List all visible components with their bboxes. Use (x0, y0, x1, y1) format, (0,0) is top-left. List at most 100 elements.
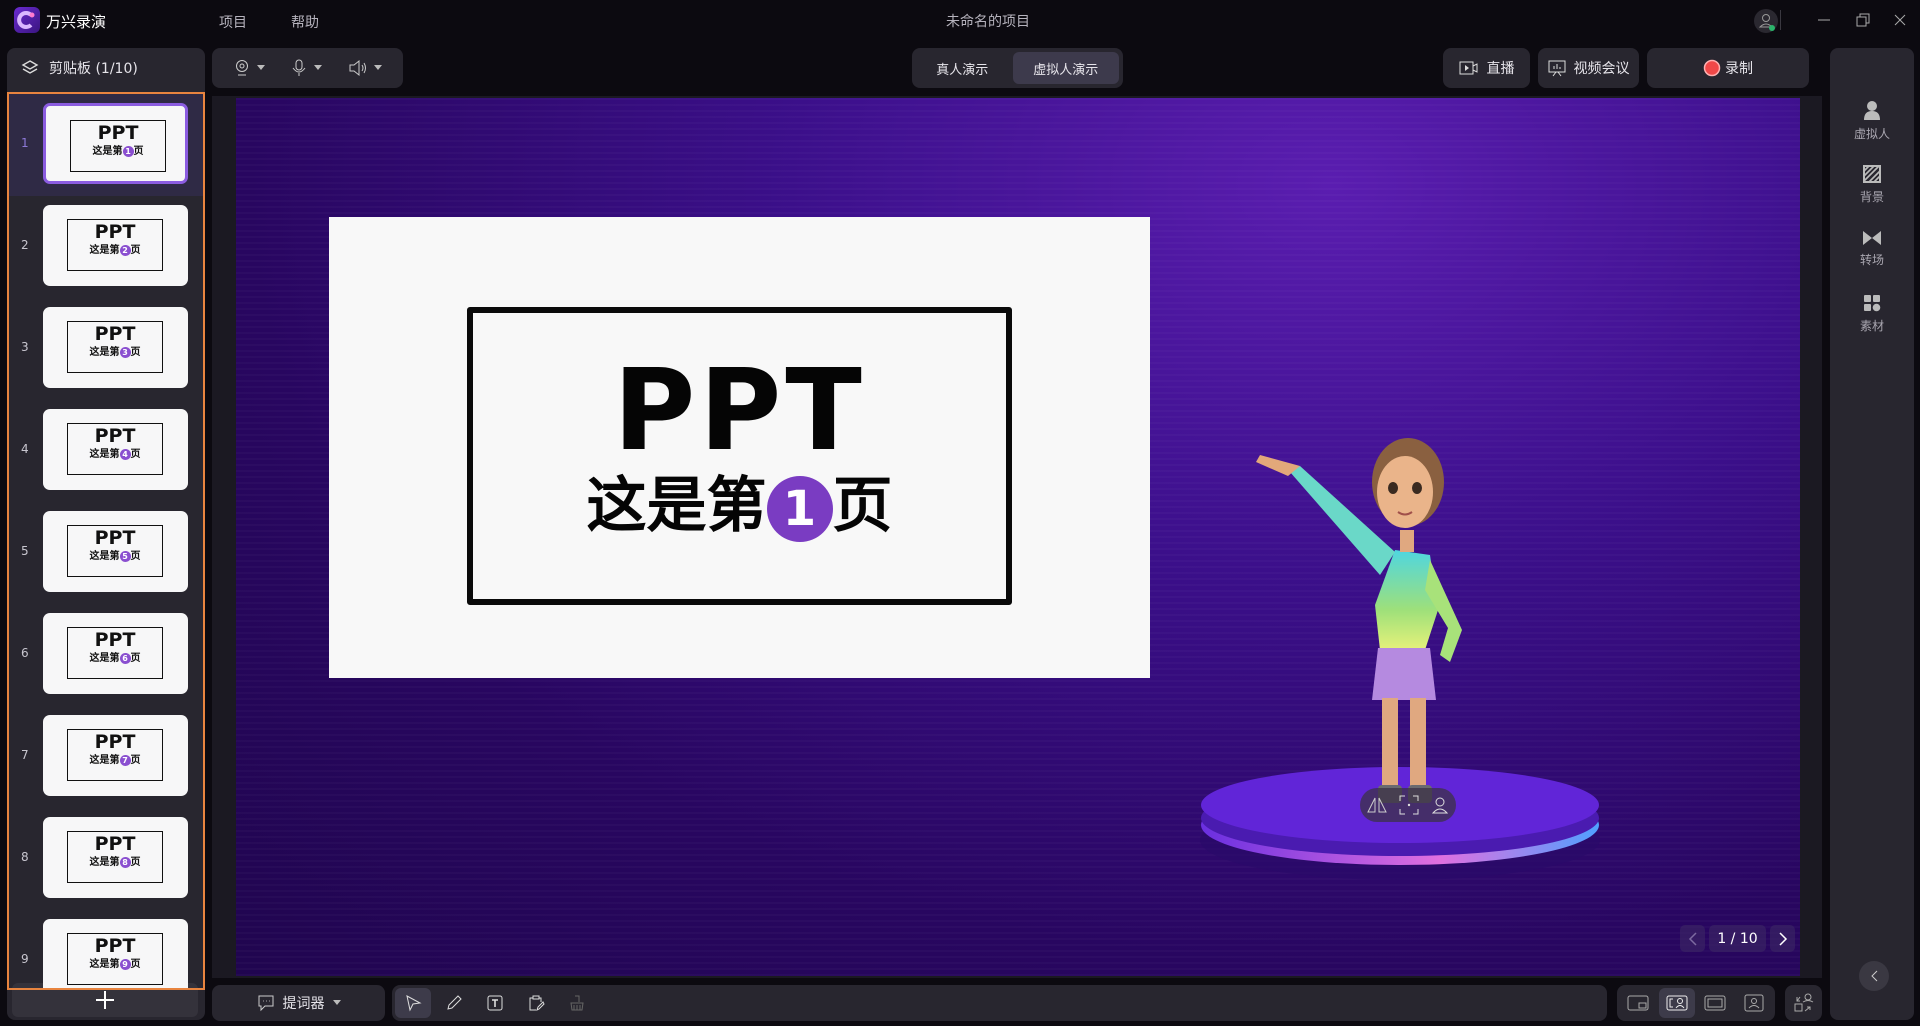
thumbnail-page-badge: 5 (119, 551, 131, 562)
live-button[interactable]: 直播 (1443, 48, 1530, 88)
record-label: 录制 (1725, 61, 1753, 77)
thumbnail-page-badge: 1 (122, 146, 134, 157)
live-stream-icon (1459, 61, 1477, 75)
camera-dropdown[interactable] (233, 59, 265, 77)
sidebar-item-background[interactable]: 背景 (1830, 165, 1914, 205)
thumbnail-title: PPT (94, 731, 136, 753)
record-button[interactable]: 录制 (1647, 48, 1809, 88)
slide-list-item[interactable]: 2 PPT 这是第 2 页 (9, 196, 203, 298)
clipboard-title: 剪贴板 (1/10) (49, 61, 138, 77)
pen-tool[interactable] (436, 988, 472, 1018)
thumbnail-subtitle-text: 这是第 (89, 959, 120, 970)
slide-thumbnail[interactable]: PPT 这是第 9 页 (43, 919, 188, 988)
layout-side-by-side[interactable] (1658, 988, 1695, 1018)
thumbnail-subtitle-end: 页 (133, 146, 144, 157)
page-indicator: 1 / 10 (1709, 925, 1766, 952)
annotate-tool[interactable] (518, 988, 554, 1018)
slide-number: 7 (21, 748, 29, 762)
thumbnail-subtitle-text: 这是第 (89, 551, 120, 562)
clear-tool[interactable] (559, 988, 595, 1018)
thumbnail-frame: PPT 这是第 1 页 (70, 120, 166, 172)
record-icon (1703, 59, 1721, 77)
slide-thumbnail[interactable]: PPT 这是第 1 页 (43, 103, 188, 184)
thumbnail-title: PPT (94, 629, 136, 651)
teleprompter-label: 提词器 (282, 996, 325, 1012)
video-meeting-label: 视频会议 (1573, 61, 1630, 77)
slide-title: PPT (613, 346, 866, 476)
slide-thumbnail[interactable]: PPT 这是第 8 页 (43, 817, 188, 898)
thumbnail-page-badge: 9 (119, 959, 131, 970)
focus-icon[interactable] (1399, 795, 1419, 815)
broom-icon (570, 995, 584, 1011)
transition-icon (1863, 231, 1881, 245)
person-frame-icon (1744, 994, 1764, 1012)
swap-layout-button[interactable] (1785, 985, 1822, 1021)
next-page-button[interactable] (1770, 925, 1795, 952)
close-button[interactable] (1888, 10, 1912, 30)
tab-virtual-person[interactable]: 虚拟人演示 (1012, 52, 1119, 84)
thumbnail-subtitle: 这是第 7 页 (68, 754, 162, 768)
thumbnail-subtitle: 这是第 4 页 (68, 448, 162, 462)
slide-list-item[interactable]: 3 PPT 这是第 3 页 (9, 298, 203, 400)
background-icon (1863, 165, 1881, 183)
thumbnail-subtitle: 这是第 9 页 (68, 958, 162, 972)
speaker-dropdown[interactable] (348, 59, 383, 77)
clipboard-edit-icon (529, 995, 545, 1011)
slide-preview[interactable]: PPT 这是第 1 页 (329, 217, 1150, 678)
avatar-settings-icon[interactable] (1430, 795, 1450, 815)
slide-thumbnail[interactable]: PPT 这是第 3 页 (43, 307, 188, 388)
video-meeting-button[interactable]: 视频会议 (1538, 48, 1639, 88)
thumbnail-frame: PPT 这是第 5 页 (67, 525, 163, 577)
flip-icon[interactable] (1366, 796, 1388, 814)
speaker-icon (349, 59, 367, 77)
layout-switcher (1617, 985, 1775, 1021)
collapse-sidebar-button[interactable] (1859, 961, 1889, 991)
sidebar-item-transition[interactable]: 转场 (1830, 230, 1914, 268)
layout-picture-in-picture[interactable] (1620, 988, 1656, 1018)
restore-button[interactable] (1850, 10, 1874, 30)
tab-live-person[interactable]: 真人演示 (916, 52, 1009, 84)
thumbnail-subtitle-text: 这是第 (92, 146, 123, 157)
prev-page-button[interactable] (1680, 925, 1705, 952)
minimize-icon (1818, 19, 1830, 21)
slide-thumbnail[interactable]: PPT 这是第 4 页 (43, 409, 188, 490)
layout-avatar-only[interactable] (1736, 988, 1772, 1018)
slide-thumbnail[interactable]: PPT 这是第 7 页 (43, 715, 188, 796)
slide-list-item[interactable]: 1 PPT 这是第 1 页 (9, 94, 203, 196)
slide-thumbnail[interactable]: PPT 这是第 6 页 (43, 613, 188, 694)
thumbnail-title: PPT (94, 935, 136, 957)
teleprompter-dropdown[interactable]: 提词器 (212, 985, 385, 1021)
slide-number: 1 (21, 136, 29, 150)
avatar-icon (1864, 101, 1880, 120)
layout-screen-only[interactable] (1697, 988, 1733, 1018)
minimize-button[interactable] (1812, 10, 1836, 30)
text-tool[interactable] (477, 988, 513, 1018)
slide-list-item[interactable]: 4 PPT 这是第 4 页 (9, 400, 203, 502)
slide-list-item[interactable]: 9 PPT 这是第 9 页 (9, 910, 203, 988)
thumbnail-subtitle-text: 这是第 (89, 347, 120, 358)
slide-subtitle-end: 页 (832, 471, 893, 541)
slide-number: 5 (21, 544, 29, 558)
slide-list[interactable]: 1 PPT 这是第 1 页 2 PPT 这是第 2 页 3 PPT 这是第 3 页 4 PPT 这… (7, 92, 205, 990)
slide-thumbnail[interactable]: PPT 这是第 5 页 (43, 511, 188, 592)
user-account-button[interactable] (1754, 9, 1778, 33)
title-bar: 万兴录演 项目 帮助 未命名的项目 (0, 0, 1920, 42)
thumbnail-subtitle-text: 这是第 (89, 245, 120, 256)
thumbnail-subtitle: 这是第 1 页 (71, 145, 165, 159)
caret-down-icon (256, 65, 265, 70)
slide-list-item[interactable]: 8 PPT 这是第 8 页 (9, 808, 203, 910)
microphone-dropdown[interactable] (290, 59, 323, 77)
sidebar-item-assets[interactable]: 素材 (1830, 294, 1914, 334)
slide-number: 2 (21, 238, 29, 252)
select-tool[interactable] (395, 988, 431, 1018)
thumbnail-subtitle: 这是第 3 页 (68, 346, 162, 360)
slide-list-item[interactable]: 5 PPT 这是第 5 页 (9, 502, 203, 604)
virtual-avatar[interactable] (1180, 400, 1620, 920)
sidebar-label: 背景 (1859, 190, 1884, 204)
sidebar-item-avatar[interactable]: 虚拟人 (1830, 100, 1914, 142)
slide-thumbnail[interactable]: PPT 这是第 2 页 (43, 205, 188, 286)
slide-list-item[interactable]: 7 PPT 这是第 7 页 (9, 706, 203, 808)
sidebar-label: 虚拟人 (1853, 127, 1890, 141)
text-icon (487, 995, 503, 1011)
slide-list-item[interactable]: 6 PPT 这是第 6 页 (9, 604, 203, 706)
